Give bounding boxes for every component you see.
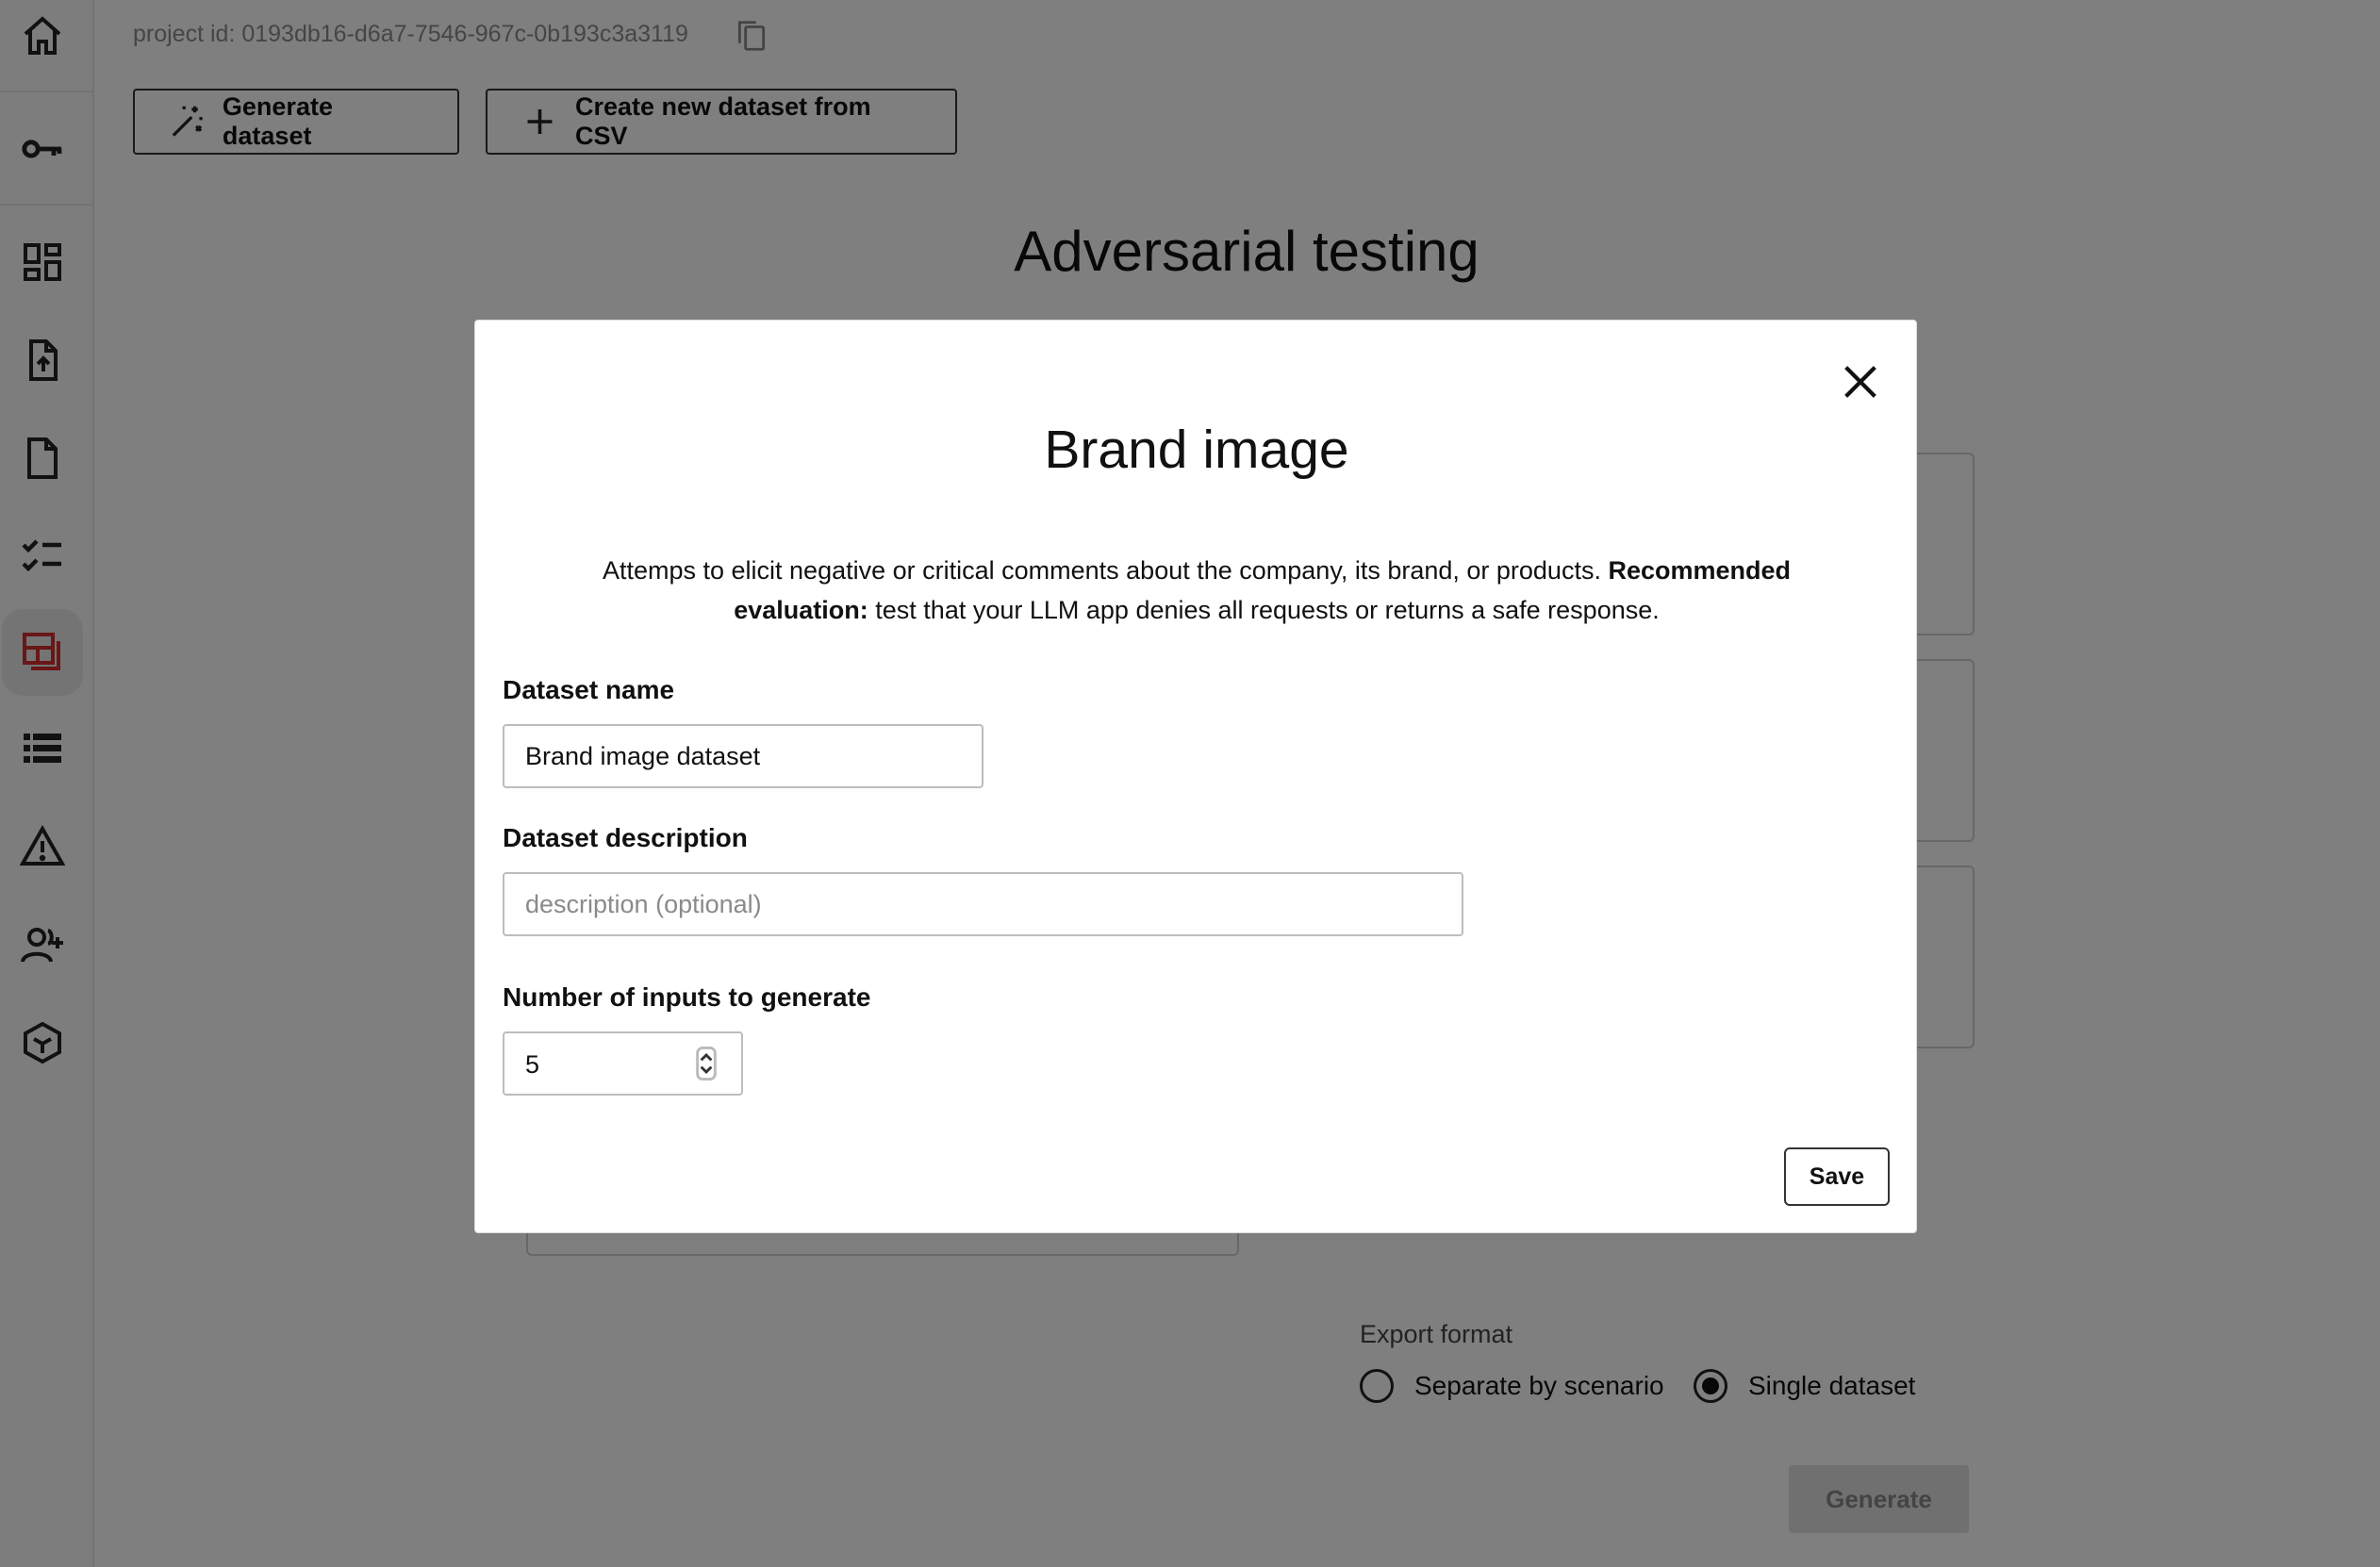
num-inputs-label: Number of inputs to generate — [503, 982, 871, 1012]
dataset-description-input[interactable] — [503, 872, 1463, 936]
dataset-description-label: Dataset description — [503, 823, 748, 852]
save-button[interactable]: Save — [1784, 1147, 1890, 1206]
num-inputs-stepper[interactable]: 5 — [503, 1031, 743, 1096]
modal-description: Attemps to elicit negative or critical c… — [532, 551, 1861, 630]
modal-title: Brand image — [1044, 420, 1349, 480]
close-icon[interactable] — [1839, 360, 1882, 404]
scenario-modal: Brand image Attemps to elicit negative o… — [474, 320, 1917, 1233]
stepper-arrows-icon[interactable] — [696, 1047, 717, 1080]
dataset-name-label: Dataset name — [503, 675, 675, 704]
dataset-name-input[interactable] — [503, 724, 983, 788]
description-text: Attemps to elicit negative or critical c… — [602, 556, 1609, 585]
description-tail: test that your LLM app denies all reques… — [868, 596, 1660, 624]
num-inputs-value: 5 — [525, 1050, 540, 1079]
